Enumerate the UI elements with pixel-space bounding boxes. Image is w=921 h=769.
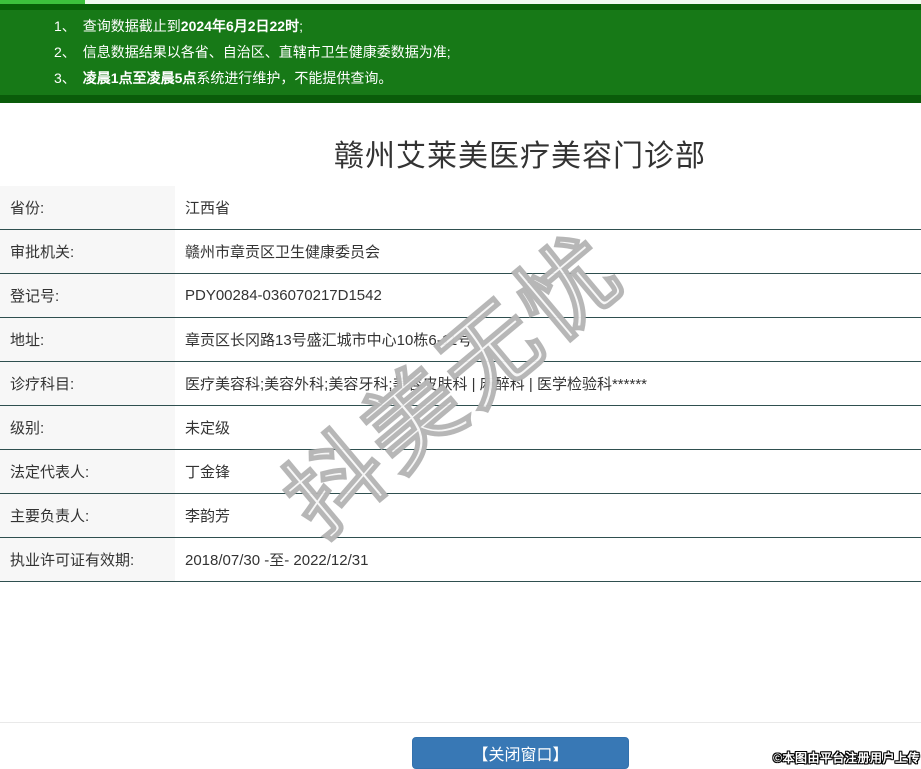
notice-number: 2、 [54, 44, 76, 60]
row-value: 李韵芳 [185, 508, 231, 525]
table-row-approval-authority: 审批机关: 赣州市章贡区卫生健康委员会 [0, 230, 921, 274]
row-value: 未定级 [185, 420, 231, 437]
table-row-license-validity: 执业许可证有效期: 2018/07/30 -至- 2022/12/31 [0, 538, 921, 582]
row-value: 医疗美容科;美容外科;美容牙科;美容皮肤科 | 麻醉科 | 医学检验科*****… [185, 376, 647, 393]
close-window-button[interactable]: 【关闭窗口】 [412, 737, 629, 769]
row-value: 2018/07/30 -至- 2022/12/31 [185, 552, 369, 569]
row-label: 执业许可证有效期: [0, 538, 175, 581]
row-label: 地址: [0, 318, 175, 361]
page-title: 赣州艾莱美医疗美容门诊部 [334, 140, 706, 173]
notice-line-1: 1、 查询数据截止到2024年6月2日22时; [54, 13, 906, 39]
footer-divider [0, 722, 921, 723]
table-row-treatment-subjects: 诊疗科目: 医疗美容科;美容外科;美容牙科;美容皮肤科 | 麻醉科 | 医学检验… [0, 362, 921, 406]
table-row-province: 省份: 江西省 [0, 186, 921, 230]
query-result-page: 1、 查询数据截止到2024年6月2日22时; 2、 信息数据结果以各省、自治区、直… [0, 0, 921, 769]
copyright-note: ©本图由平台注册用户上传 [773, 751, 920, 765]
notice-line-3: 3、 凌晨1点至凌晨5点系统进行维护，不能提供查询。 [54, 65, 906, 91]
row-value: 章贡区长冈路13号盛汇城市中心10栋6-11号 [185, 332, 473, 349]
notice-number: 1、 [54, 18, 76, 34]
table-row-legal-representative: 法定代表人: 丁金锋 [0, 450, 921, 494]
table-row-principal: 主要负责人: 李韵芳 [0, 494, 921, 538]
notice-line-2: 2、 信息数据结果以各省、自治区、直辖市卫生健康委数据为准; [54, 39, 906, 65]
row-label: 审批机关: [0, 230, 175, 273]
notice-text: 查询数据截止到 [82, 18, 181, 34]
record-table: 省份: 江西省 审批机关: 赣州市章贡区卫生健康委员会 登记号: PDY0028… [0, 186, 921, 582]
notice-text: 信息数据结果以各省、自治区、直辖市卫生健康委数据为准; [82, 44, 451, 60]
row-label: 法定代表人: [0, 450, 175, 493]
notice-number: 3、 [54, 70, 76, 86]
notice-text: ; [299, 18, 303, 34]
notice-text-bold: 2024年6月2日22时 [180, 18, 300, 34]
table-row-address: 地址: 章贡区长冈路13号盛汇城市中心10栋6-11号 [0, 318, 921, 362]
notice-text-bold: 凌晨1点至凌晨5点 [82, 70, 197, 86]
row-label: 登记号: [0, 274, 175, 317]
notice-text: 系统进行维护，不能提供查询。 [196, 70, 393, 86]
table-row-registration-number: 登记号: PDY00284-036070217D1542 [0, 274, 921, 318]
row-label: 诊疗科目: [0, 362, 175, 405]
row-label: 省份: [0, 186, 175, 229]
row-label: 主要负责人: [0, 494, 175, 537]
header-top-bar-segment [0, 0, 85, 4]
row-value: 赣州市章贡区卫生健康委员会 [185, 244, 381, 261]
row-label: 级别: [0, 406, 175, 449]
table-row-level: 级别: 未定级 [0, 406, 921, 450]
header-top-bar [0, 0, 921, 4]
row-value: 江西省 [185, 200, 231, 217]
header-dark-strip-bottom [0, 95, 921, 103]
row-value: 丁金锋 [185, 464, 231, 481]
row-value: PDY00284-036070217D1542 [185, 287, 382, 304]
notice-banner: 1、 查询数据截止到2024年6月2日22时; 2、 信息数据结果以各省、自治区、直… [0, 10, 921, 95]
